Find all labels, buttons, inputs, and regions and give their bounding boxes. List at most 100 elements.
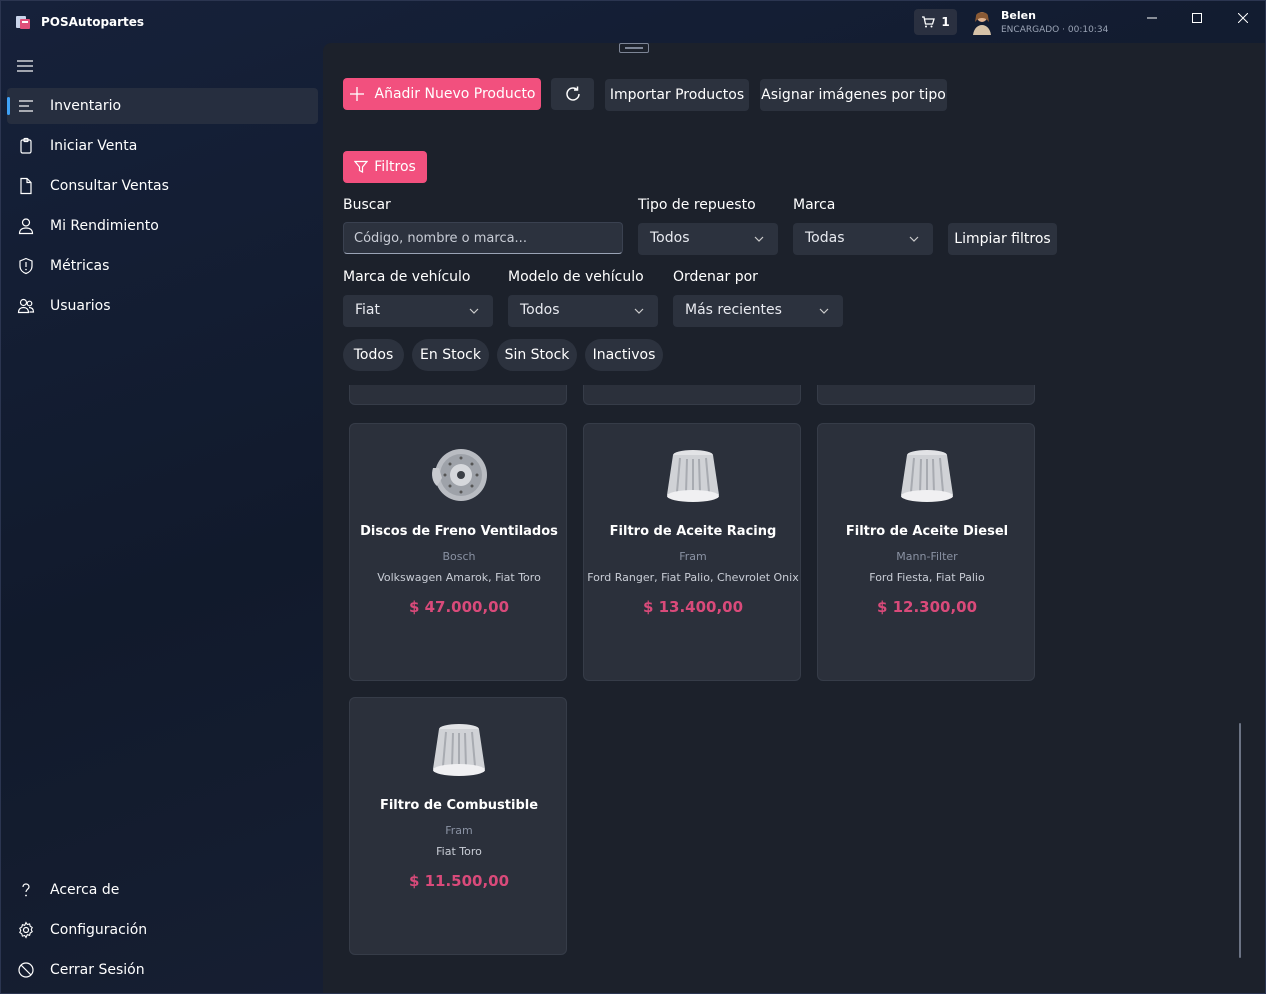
maximize-icon [1192, 13, 1202, 23]
vertical-scrollbar[interactable] [1239, 723, 1241, 958]
app-logo-icon [16, 16, 30, 29]
chevron-down-icon [819, 308, 829, 314]
brand-select[interactable]: Todas [793, 223, 933, 255]
sidebar-item-inventario[interactable]: Inventario [7, 88, 318, 124]
product-name: Filtro de Combustible [379, 798, 539, 813]
app-window: POSAutopartes 1 Belen ENCARGADO · 00:10:… [0, 0, 1266, 994]
drag-handle-icon[interactable] [619, 43, 649, 53]
product-price: $ 13.400,00 [642, 598, 744, 616]
refresh-button[interactable] [551, 78, 594, 110]
sidebar-item-label: Métricas [50, 258, 110, 274]
person-icon [18, 218, 34, 235]
product-card[interactable]: Filtro de Aceite Racing Fram Ford Ranger… [583, 423, 801, 681]
clipboard-icon [20, 137, 32, 154]
sidebar-item-iniciar-venta[interactable]: Iniciar Venta [7, 128, 318, 164]
minimize-button[interactable] [1140, 9, 1164, 27]
product-brand: Fram [679, 550, 707, 563]
sidebar-item-label: Iniciar Venta [50, 138, 138, 154]
vehicle-brand-select[interactable]: Fiat [343, 295, 493, 327]
close-icon [1238, 13, 1248, 23]
user-role: ENCARGADO [1001, 25, 1060, 35]
brand-value: Todas [805, 230, 845, 246]
search-label: Buscar [343, 197, 391, 213]
search-input[interactable] [343, 222, 623, 254]
plus-icon [349, 87, 364, 101]
import-products-button[interactable]: Importar Productos [605, 79, 749, 111]
vehicle-model-select[interactable]: Todos [508, 295, 658, 327]
hamburger-menu-icon[interactable] [17, 59, 35, 73]
active-indicator [7, 97, 10, 115]
question-icon [22, 883, 30, 897]
sidebar-item-acerca-de[interactable]: Acerca de [7, 872, 318, 908]
filters-toggle-button[interactable]: Filtros [343, 151, 427, 183]
title-bar: POSAutopartes 1 Belen ENCARGADO · 00:10:… [1, 1, 1265, 43]
stock-tab-sin-stock[interactable]: Sin Stock [497, 339, 577, 371]
product-brand: Bosch [442, 550, 476, 563]
product-card[interactable]: Discos de Freno Ventilados Bosch Volkswa… [349, 423, 567, 681]
gear-icon [19, 921, 33, 939]
app-title: POSAutopartes [41, 15, 145, 29]
sort-value: Más recientes [685, 302, 782, 318]
document-icon [20, 177, 32, 195]
sidebar: Inventario Iniciar Venta Consultar Venta… [1, 43, 323, 993]
stock-tab-todos[interactable]: Todos [343, 339, 404, 371]
sidebar-item-cerrar-sesion[interactable]: Cerrar Sesión [7, 952, 318, 988]
product-brand: Mann-Filter [896, 550, 958, 563]
cart-count: 1 [941, 15, 950, 29]
product-card[interactable] [583, 385, 801, 405]
product-compatibility: Fiat Toro [436, 845, 482, 858]
sidebar-item-consultar-ventas[interactable]: Consultar Ventas [7, 168, 318, 204]
sidebar-item-mi-rendimiento[interactable]: Mi Rendimiento [7, 208, 318, 244]
user-role-line: ENCARGADO · 00:10:34 [1001, 25, 1108, 35]
filter-funnel-icon [354, 160, 369, 173]
sidebar-item-label: Configuración [50, 922, 148, 938]
part-type-select[interactable]: Todos [638, 223, 778, 255]
chevron-down-icon [634, 308, 644, 314]
user-avatar[interactable] [970, 9, 994, 35]
product-price: $ 11.500,00 [408, 872, 510, 890]
sidebar-item-metricas[interactable]: Métricas [7, 248, 318, 284]
product-grid: Discos de Freno Ventilados Bosch Volkswa… [323, 385, 1265, 993]
stock-tab-inactivos[interactable]: Inactivos [585, 339, 663, 371]
sidebar-item-usuarios[interactable]: Usuarios [7, 288, 318, 324]
product-card[interactable] [817, 385, 1035, 405]
sidebar-item-label: Cerrar Sesión [50, 962, 145, 978]
product-compatibility: Ford Ranger, Fiat Palio, Chevrolet Onix [587, 571, 799, 584]
sidebar-item-configuracion[interactable]: Configuración [7, 912, 318, 948]
product-name: Filtro de Aceite Racing [609, 524, 777, 539]
product-card[interactable]: Filtro de Combustible Fram Fiat Toro $ 1… [349, 697, 567, 955]
vehicle-model-label: Modelo de vehículo [508, 269, 644, 285]
people-icon [17, 298, 35, 314]
vehicle-brand-value: Fiat [355, 302, 380, 318]
add-product-button[interactable]: Añadir Nuevo Producto [343, 78, 541, 110]
product-card[interactable]: Filtro de Aceite Diesel Mann-Filter Ford… [817, 423, 1035, 681]
sidebar-item-label: Mi Rendimiento [50, 218, 159, 234]
product-compatibility: Volkswagen Amarok, Fiat Toro [377, 571, 541, 584]
cart-button[interactable]: 1 [914, 9, 957, 35]
chevron-down-icon [469, 308, 479, 314]
sort-select[interactable]: Más recientes [673, 295, 843, 327]
filter-icon [667, 450, 719, 502]
sidebar-item-label: Inventario [50, 98, 122, 114]
product-name: Filtro de Aceite Diesel [845, 524, 1009, 539]
vehicle-brand-label: Marca de vehículo [343, 269, 471, 285]
product-brand: Fram [445, 824, 473, 837]
close-button[interactable] [1231, 9, 1255, 27]
stock-tab-en-stock[interactable]: En Stock [412, 339, 489, 371]
product-price: $ 47.000,00 [408, 598, 510, 616]
product-card[interactable] [349, 385, 567, 405]
part-type-value: Todos [650, 230, 690, 246]
main-content: Añadir Nuevo Producto Importar Productos… [323, 43, 1265, 993]
maximize-button[interactable] [1185, 9, 1209, 27]
clear-filters-button[interactable]: Limpiar filtros [948, 223, 1057, 255]
list-icon [19, 100, 33, 112]
product-compatibility: Ford Fiesta, Fiat Palio [869, 571, 985, 584]
user-name: Belen [1001, 9, 1036, 22]
vehicle-model-value: Todos [520, 302, 560, 318]
sort-label: Ordenar por [673, 269, 758, 285]
filters-toggle-label: Filtros [374, 159, 416, 175]
product-price: $ 12.300,00 [876, 598, 978, 616]
assign-images-button[interactable]: Asignar imágenes por tipo [760, 79, 947, 111]
filter-icon [901, 450, 953, 502]
refresh-icon [565, 86, 580, 101]
